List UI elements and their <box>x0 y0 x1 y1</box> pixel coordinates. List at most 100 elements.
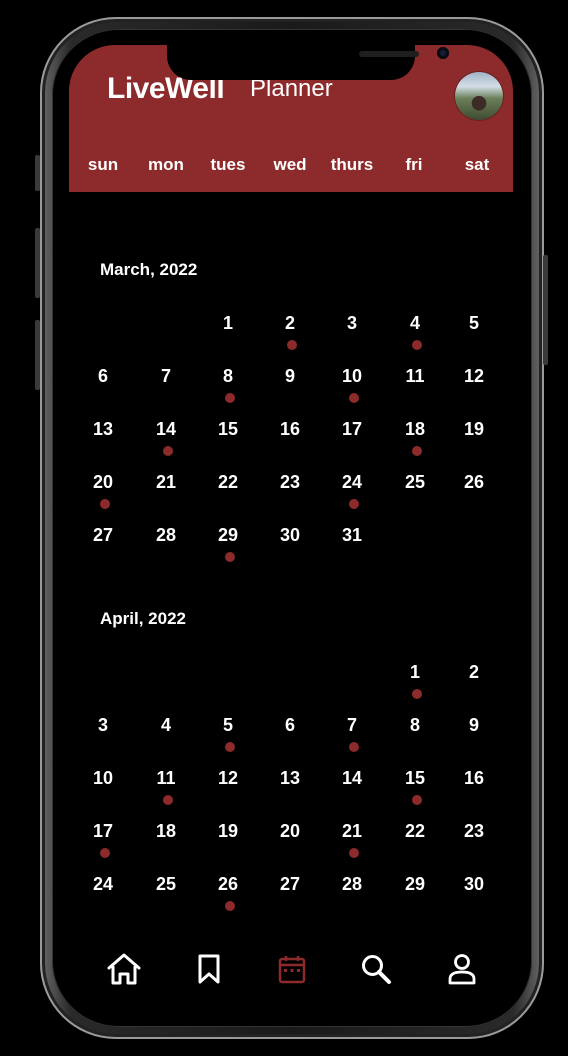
calendar-day[interactable]: 3 <box>83 715 123 736</box>
calendar-day[interactable]: 23 <box>454 821 494 842</box>
power-button <box>543 255 548 365</box>
calendar-day[interactable]: 19 <box>208 821 248 842</box>
calendar-day[interactable]: 13 <box>270 768 310 789</box>
calendar-day[interactable]: 13 <box>83 419 123 440</box>
event-indicator <box>163 446 173 456</box>
calendar-day[interactable]: 7 <box>146 366 186 387</box>
calendar-day[interactable]: 20 <box>83 472 123 493</box>
event-indicator <box>349 393 359 403</box>
calendar-day[interactable]: 8 <box>395 715 435 736</box>
event-indicator <box>225 552 235 562</box>
calendar-day[interactable]: 22 <box>208 472 248 493</box>
calendar-day[interactable]: 4 <box>395 313 435 334</box>
calendar-day[interactable]: 27 <box>83 525 123 546</box>
calendar-day[interactable]: 5 <box>454 313 494 334</box>
speaker-grille <box>359 51 419 57</box>
calendar-day[interactable]: 18 <box>146 821 186 842</box>
calendar-day[interactable]: 26 <box>454 472 494 493</box>
calendar-day[interactable]: 15 <box>395 768 435 789</box>
calendar-day[interactable]: 6 <box>83 366 123 387</box>
calendar-day[interactable]: 8 <box>208 366 248 387</box>
event-indicator <box>349 499 359 509</box>
search-icon <box>362 955 391 984</box>
mute-switch <box>35 155 40 191</box>
calendar-day[interactable]: 12 <box>454 366 494 387</box>
notch <box>167 45 449 80</box>
front-camera <box>437 47 449 59</box>
calendar-day[interactable]: 24 <box>83 874 123 895</box>
home-icon <box>107 953 141 985</box>
calendar-day[interactable]: 11 <box>146 768 186 789</box>
weekday-label: sat <box>464 155 490 174</box>
event-indicator <box>287 340 297 350</box>
weekday-label: wed <box>273 155 307 174</box>
calendar-day[interactable]: 29 <box>208 525 248 546</box>
event-indicator <box>412 340 422 350</box>
calendar-day[interactable]: 30 <box>270 525 310 546</box>
calendar-day[interactable]: 4 <box>146 715 186 736</box>
calendar-day[interactable]: 2 <box>270 313 310 334</box>
calendar-day[interactable]: 14 <box>146 419 186 440</box>
avatar[interactable] <box>455 72 503 120</box>
volume-down-button <box>35 320 40 390</box>
event-indicator <box>100 848 110 858</box>
calendar-day[interactable]: 28 <box>332 874 372 895</box>
calendar-day[interactable]: 24 <box>332 472 372 493</box>
profile-icon <box>448 954 476 985</box>
calendar-day[interactable]: 15 <box>208 419 248 440</box>
calendar-day[interactable]: 21 <box>146 472 186 493</box>
calendar-day[interactable]: 1 <box>395 662 435 683</box>
event-indicator <box>349 742 359 752</box>
tab-home[interactable] <box>104 945 144 993</box>
month-title: April, 2022 <box>100 609 186 628</box>
calendar-day[interactable]: 3 <box>332 313 372 334</box>
calendar-day[interactable]: 18 <box>395 419 435 440</box>
calendar-day[interactable]: 30 <box>454 874 494 895</box>
tab-profile[interactable] <box>442 945 482 993</box>
calendar-day[interactable]: 12 <box>208 768 248 789</box>
calendar-day[interactable]: 19 <box>454 419 494 440</box>
event-indicator <box>349 848 359 858</box>
calendar-day[interactable]: 26 <box>208 874 248 895</box>
calendar-day[interactable]: 16 <box>270 419 310 440</box>
calendar-day[interactable]: 7 <box>332 715 372 736</box>
calendar-day[interactable]: 17 <box>83 821 123 842</box>
calendar-day[interactable]: 23 <box>270 472 310 493</box>
tab-saved[interactable] <box>189 945 229 993</box>
calendar-day[interactable]: 29 <box>395 874 435 895</box>
event-indicator <box>225 393 235 403</box>
event-indicator <box>412 689 422 699</box>
calendar-day[interactable]: 10 <box>83 768 123 789</box>
calendar-day[interactable]: 21 <box>332 821 372 842</box>
bookmark-icon <box>198 954 220 984</box>
calendar-day[interactable]: 1 <box>208 313 248 334</box>
calendar-day[interactable]: 17 <box>332 419 372 440</box>
calendar-day[interactable]: 16 <box>454 768 494 789</box>
event-indicator <box>225 901 235 911</box>
calendar-day[interactable]: 5 <box>208 715 248 736</box>
calendar-day[interactable]: 27 <box>270 874 310 895</box>
calendar-day[interactable]: 28 <box>146 525 186 546</box>
volume-up-button <box>35 228 40 298</box>
tab-search[interactable] <box>356 945 396 993</box>
calendar-day[interactable]: 14 <box>332 768 372 789</box>
weekday-label: mon <box>148 155 184 174</box>
bottom-tab-bar <box>69 945 513 993</box>
calendar-day[interactable]: 20 <box>270 821 310 842</box>
weekday-label: sun <box>87 155 119 174</box>
event-indicator <box>412 446 422 456</box>
calendar-day[interactable]: 2 <box>454 662 494 683</box>
tab-planner[interactable] <box>272 945 312 993</box>
event-indicator <box>412 795 422 805</box>
calendar-day[interactable]: 25 <box>146 874 186 895</box>
calendar-day[interactable]: 10 <box>332 366 372 387</box>
calendar-day[interactable]: 11 <box>395 366 435 387</box>
weekday-label: fri <box>405 155 423 174</box>
calendar-day[interactable]: 9 <box>270 366 310 387</box>
calendar-day[interactable]: 9 <box>454 715 494 736</box>
calendar-icon <box>278 956 306 984</box>
calendar-day[interactable]: 6 <box>270 715 310 736</box>
calendar-day[interactable]: 31 <box>332 525 372 546</box>
calendar-day[interactable]: 25 <box>395 472 435 493</box>
calendar-day[interactable]: 22 <box>395 821 435 842</box>
